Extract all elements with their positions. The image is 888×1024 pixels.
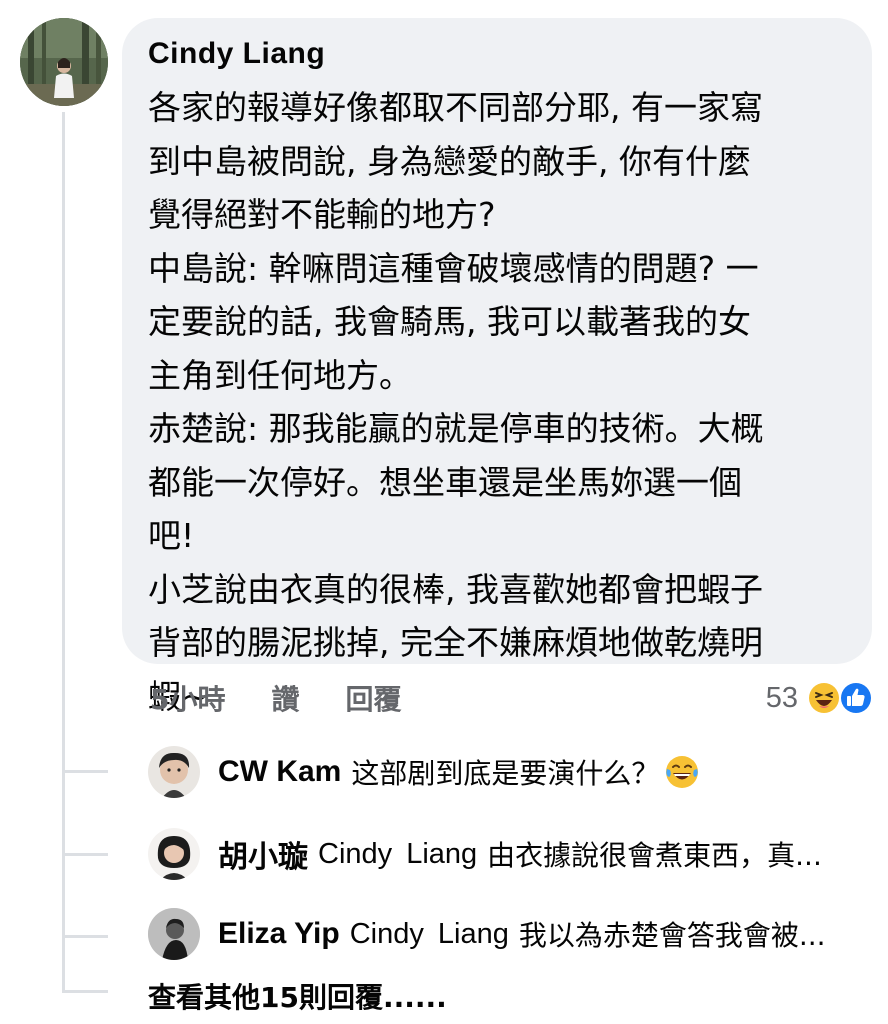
comment-thread: Cindy Liang 各家的報導好像都取不同部分耶, 有一家寫 到中島被問說,… bbox=[0, 0, 888, 1024]
thread-branch-line bbox=[62, 935, 108, 938]
reply-button[interactable]: 回覆 bbox=[346, 678, 402, 718]
reply-text: 这部剧到底是要演什么？ bbox=[351, 757, 660, 790]
reply-author-name[interactable]: 胡小璇 bbox=[218, 832, 308, 876]
comment-actions: 5小時 讚 回覆 bbox=[150, 676, 448, 720]
thread-branch-line bbox=[62, 853, 108, 856]
reaction-summary[interactable]: 53 bbox=[766, 676, 874, 720]
comment-timestamp[interactable]: 5小時 bbox=[150, 678, 225, 718]
comment-author-name[interactable]: Cindy Liang bbox=[148, 36, 848, 76]
view-more-replies-link[interactable]: 查看其他15則回覆...... bbox=[148, 976, 447, 1020]
thread-branch-line bbox=[62, 770, 108, 773]
reply-mention[interactable]: Cindy Liang bbox=[350, 918, 509, 951]
reply-text: 由衣據說很會煮東西，真... bbox=[487, 839, 822, 872]
laughing-tears-emoji-icon bbox=[663, 753, 701, 791]
reply-item: Eliza Yip Cindy Liang 我以為赤楚會答我會被... bbox=[148, 906, 826, 962]
avatar[interactable] bbox=[148, 746, 200, 798]
haha-reaction-icon bbox=[806, 680, 842, 716]
reply-text: 我以為赤楚會答我會被... bbox=[518, 919, 826, 952]
comment-bubble: Cindy Liang 各家的報導好像都取不同部分耶, 有一家寫 到中島被問說,… bbox=[122, 18, 872, 716]
like-button[interactable]: 讚 bbox=[271, 678, 299, 718]
like-reaction-icon bbox=[838, 680, 874, 716]
avatar[interactable] bbox=[148, 908, 200, 960]
avatar[interactable] bbox=[20, 18, 108, 106]
reaction-count: 53 bbox=[765, 681, 798, 714]
reply-mention[interactable]: Cindy Liang bbox=[318, 838, 477, 871]
thread-connector-line bbox=[62, 112, 65, 992]
reply-author-name[interactable]: Eliza Yip bbox=[218, 917, 340, 951]
reply-author-name[interactable]: CW Kam bbox=[218, 755, 341, 789]
thread-branch-line bbox=[62, 990, 108, 993]
reply-item: 胡小璇 Cindy Liang 由衣據說很會煮東西，真... bbox=[148, 826, 822, 882]
comment-text: 各家的報導好像都取不同部分耶, 有一家寫 到中島被問說, 身為戀愛的敵手, 你有… bbox=[148, 88, 764, 716]
avatar[interactable] bbox=[148, 828, 200, 880]
forest-portrait-avatar-image bbox=[20, 18, 108, 106]
reply-item: CW Kam 这部剧到底是要演什么？ bbox=[148, 744, 701, 800]
